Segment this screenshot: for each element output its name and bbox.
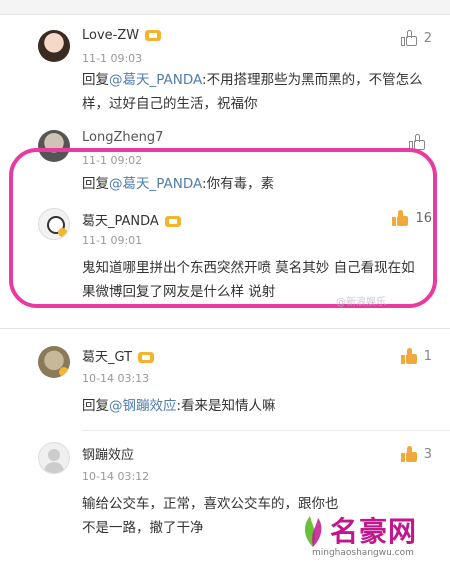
- comment-item: 葛天_PANDA 11-1 09:01 16 鬼知道哪里拼出个东西突然开喷 莫名…: [0, 200, 450, 305]
- like-button[interactable]: 3: [400, 446, 432, 463]
- author-name[interactable]: 钢蹦效应: [82, 444, 134, 463]
- comment-body: :看来是知情人嘛: [176, 398, 276, 414]
- like-button[interactable]: 2: [400, 30, 432, 47]
- comment-body: :你有毒，素: [202, 176, 275, 192]
- previous-comment-edge: [0, 0, 450, 15]
- comment-item: LongZheng7 11-1 09:02 回复@葛天_PANDA:你有毒，素: [0, 126, 450, 206]
- like-button[interactable]: 1: [400, 348, 432, 365]
- watermark-title: 名豪网: [330, 515, 418, 548]
- author-name[interactable]: 葛天_GT: [82, 350, 132, 365]
- leaf-logo-icon: [304, 516, 322, 547]
- watermark-url: minghaoshangwu.com: [312, 548, 414, 558]
- like-count: 3: [423, 447, 432, 462]
- vip-badge-icon: [145, 30, 162, 41]
- like-button[interactable]: 16: [392, 210, 432, 227]
- divider: [0, 328, 450, 329]
- like-count: 2: [423, 31, 432, 46]
- comment-time: 10-14 03:12: [82, 470, 150, 483]
- comment-item: 葛天_GT 10-14 03:13 1 回复@钢蹦效应:看来是知情人嘛: [0, 338, 450, 428]
- like-count: 1: [423, 349, 432, 364]
- divider: [82, 430, 450, 431]
- author-name[interactable]: 葛天_PANDA: [82, 214, 159, 229]
- comment-item: Love-ZW 11-1 09:03 2 回复@葛天_PANDA:不用搭理那些为…: [0, 20, 450, 130]
- reply-prefix: 回复: [82, 398, 109, 414]
- thumbs-up-icon: [409, 134, 426, 151]
- comment-author[interactable]: 葛天_PANDA: [82, 210, 181, 229]
- site-watermark: 名豪网 minghaoshangwu.com: [300, 508, 450, 567]
- comment-text: 回复@葛天_PANDA:不用搭理那些为黑而黑的，不管怎么样，过好自己的生活，祝福…: [82, 68, 428, 116]
- comment-author[interactable]: 葛天_GT: [82, 346, 155, 365]
- thumbs-up-icon: [400, 348, 418, 365]
- vip-badge-icon: [138, 352, 155, 363]
- avatar[interactable]: [38, 442, 70, 474]
- comment-time: 11-1 09:01: [82, 234, 143, 247]
- comment-time: 10-14 03:13: [82, 372, 150, 385]
- comment-author[interactable]: Love-ZW: [82, 28, 162, 43]
- source-watermark: @新浪娱乐: [336, 297, 386, 308]
- author-name[interactable]: LongZheng7: [82, 130, 163, 145]
- avatar[interactable]: [38, 208, 70, 240]
- thumbs-up-icon: [400, 446, 418, 463]
- comment-time: 11-1 09:03: [82, 52, 143, 65]
- reply-prefix: 回复: [82, 72, 109, 88]
- avatar[interactable]: [38, 130, 70, 162]
- like-count: 16: [415, 211, 432, 226]
- avatar[interactable]: [38, 30, 70, 62]
- comment-time: 11-1 09:02: [82, 154, 143, 167]
- mention-link[interactable]: @葛天_PANDA: [109, 176, 202, 192]
- thumbs-up-icon: [392, 210, 409, 227]
- like-button[interactable]: [409, 134, 432, 151]
- author-name[interactable]: Love-ZW: [82, 28, 139, 43]
- reply-prefix: 回复: [82, 176, 109, 192]
- avatar[interactable]: [38, 346, 70, 378]
- comment-text: 回复@钢蹦效应:看来是知情人嘛: [82, 394, 428, 418]
- comment-text: 回复@葛天_PANDA:你有毒，素: [82, 172, 428, 196]
- thumbs-up-icon: [400, 30, 418, 47]
- mention-link[interactable]: @葛天_PANDA: [109, 72, 202, 88]
- mention-link[interactable]: @钢蹦效应: [109, 398, 177, 414]
- vip-badge-icon: [164, 216, 181, 227]
